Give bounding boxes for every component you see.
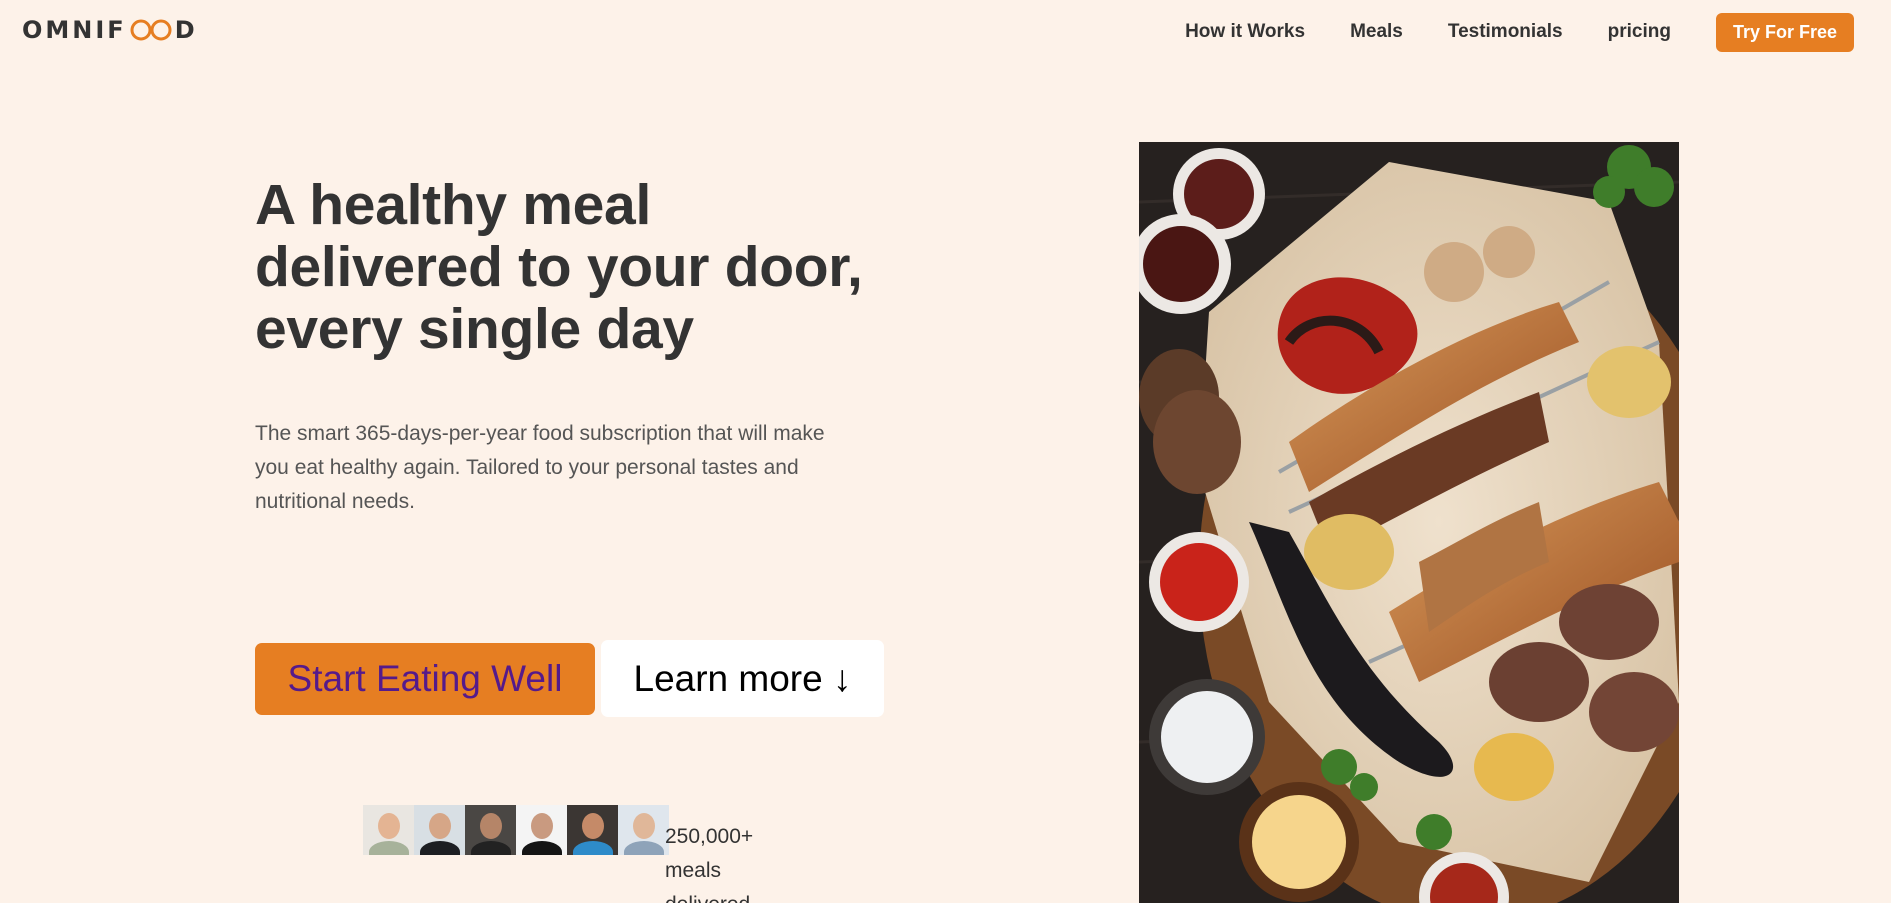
avatar: [567, 805, 618, 855]
start-eating-well-button[interactable]: Start Eating Well: [255, 643, 595, 715]
main-nav: How it Works Meals Testimonials pricing …: [1185, 12, 1891, 52]
avatar: [414, 805, 465, 855]
hero-food-image: [1139, 142, 1679, 903]
nav-link-pricing[interactable]: pricing: [1608, 21, 1671, 43]
logo-text-left: OMNIF: [22, 16, 127, 44]
try-for-free-button[interactable]: Try For Free: [1715, 12, 1854, 52]
learn-more-button[interactable]: Learn more ↓: [601, 640, 884, 717]
omnifood-logo[interactable]: OMNIF D: [22, 16, 198, 44]
nav-link-testimonials[interactable]: Testimonials: [1448, 21, 1563, 43]
nav-link-meals[interactable]: Meals: [1350, 21, 1403, 43]
avatar: [618, 805, 669, 855]
infinity-logo-icon: [129, 18, 173, 42]
avatar: [363, 805, 414, 855]
grilled-meat-platter-image: [1139, 142, 1679, 903]
avatar: [516, 805, 567, 855]
logo-text-right: D: [174, 16, 198, 44]
site-header: OMNIF D How it Works Meals Testimonials …: [0, 0, 1891, 64]
nav-link-how-it-works[interactable]: How it Works: [1185, 21, 1305, 43]
hero-title: A healthy meal delivered to your door, e…: [255, 173, 863, 361]
customer-avatars: [363, 805, 669, 855]
avatar: [465, 805, 516, 855]
meals-delivered-text: 250,000+ meals delivered: [665, 825, 754, 903]
hero-description: The smart 365-days-per-year food subscri…: [255, 422, 825, 513]
